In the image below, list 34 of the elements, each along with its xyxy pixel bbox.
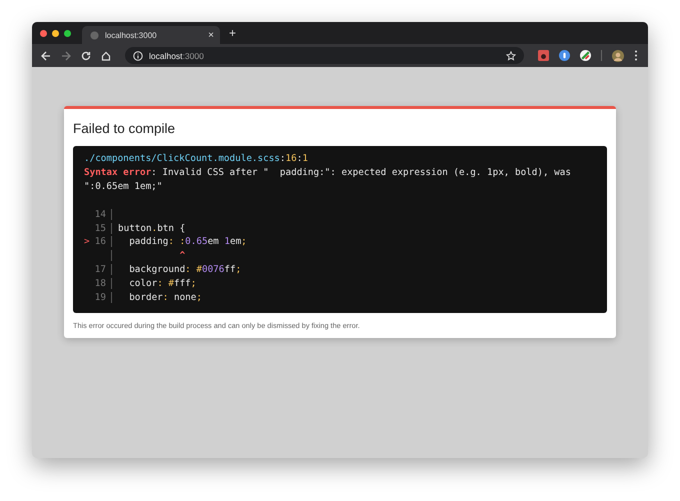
star-icon[interactable]: [506, 50, 516, 60]
address-bar[interactable]: localhost:3000: [125, 47, 524, 64]
line-number: > 16: [84, 235, 106, 250]
file-location: ./components/ClickCount.module.scss:16:1: [84, 152, 309, 166]
back-icon[interactable]: [41, 50, 51, 60]
avatar-icon[interactable]: [612, 50, 624, 62]
browser-tab[interactable]: localhost:3000 ×: [82, 26, 220, 44]
code-line: ^: [178, 249, 186, 264]
extension-icon[interactable]: [580, 50, 591, 61]
error-message: Syntax error: Invalid CSS after " padding:": expected expression (e.g. 1px, bold), was ":0.65em 1em;": [84, 166, 572, 194]
url-text: localhost:3000: [149, 50, 204, 60]
tab-title: localhost:3000: [105, 30, 158, 40]
close-window-button[interactable]: [40, 30, 47, 36]
new-tab-button[interactable]: +: [229, 26, 236, 40]
zoom-window-button[interactable]: [64, 30, 71, 36]
menu-icon[interactable]: [634, 50, 638, 61]
line-number: 17: [94, 263, 106, 278]
code-line: color: #fff;: [128, 277, 196, 292]
code-line: background: #0076ff;: [128, 263, 242, 278]
code-line: padding: :0.65em 1em;: [128, 235, 247, 250]
home-icon[interactable]: [101, 50, 111, 60]
close-tab-button[interactable]: ×: [208, 30, 214, 40]
reload-icon[interactable]: [81, 50, 91, 60]
forward-icon[interactable]: [61, 50, 71, 60]
code-line: border: none;: [128, 291, 202, 305]
error-title: Failed to compile: [73, 121, 176, 136]
line-number: 14: [94, 208, 106, 222]
line-number: 18: [94, 277, 106, 292]
line-number: 15: [94, 222, 106, 236]
minimize-window-button[interactable]: [52, 30, 59, 36]
extension-icon[interactable]: [559, 50, 570, 61]
line-number: 19: [94, 291, 106, 305]
info-icon: [133, 50, 143, 60]
code-line: button.btn {: [118, 222, 186, 236]
